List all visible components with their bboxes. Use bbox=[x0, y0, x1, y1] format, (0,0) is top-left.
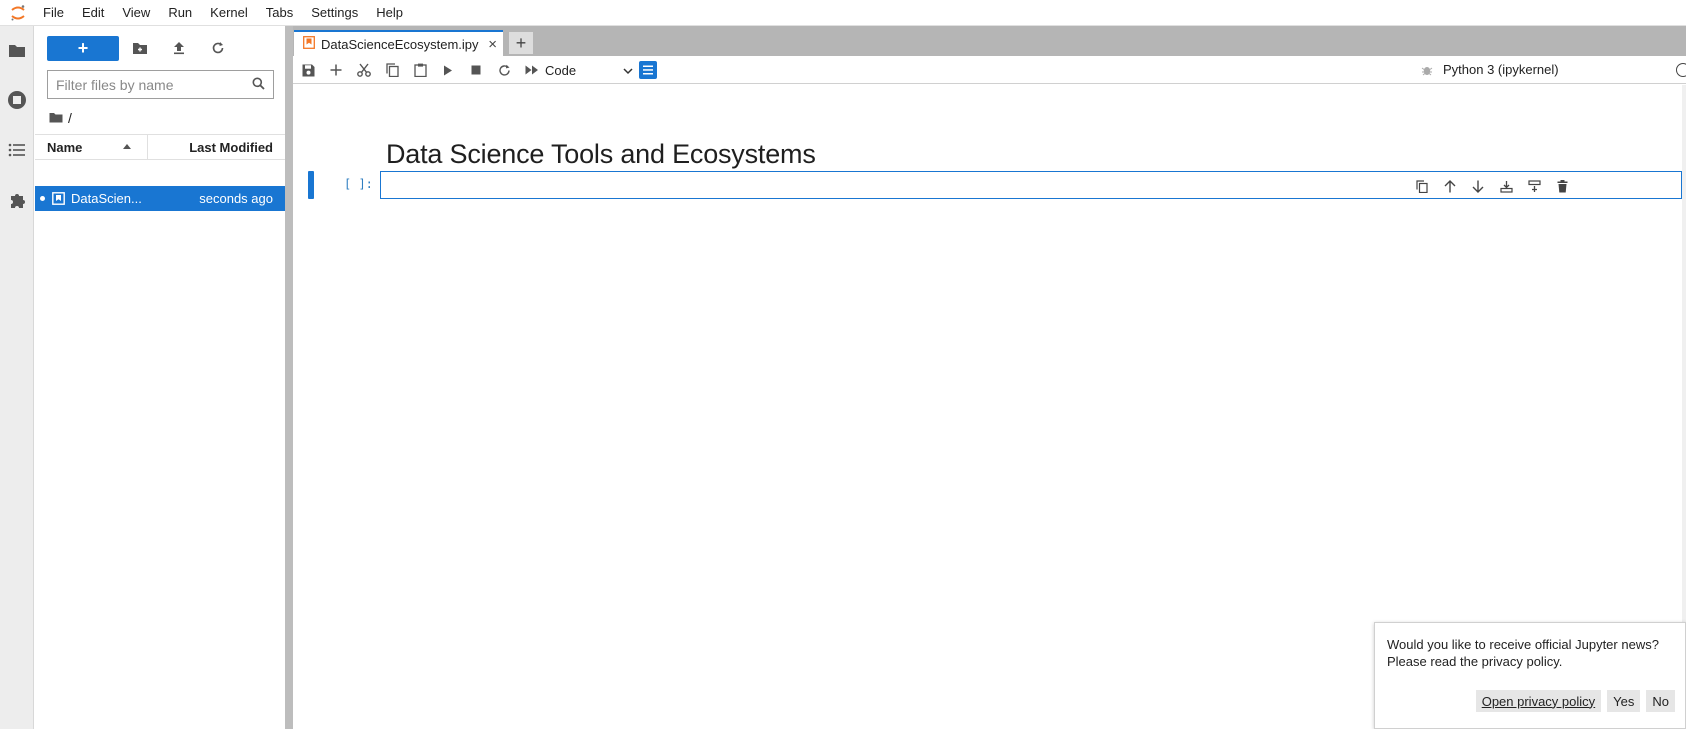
notebook-toolbar: Code Python 3 (ipykernel) bbox=[293, 56, 1686, 84]
menu-bar: File Edit View Run Kernel Tabs Settings … bbox=[0, 0, 1686, 26]
chevron-down-icon bbox=[623, 63, 633, 78]
no-button[interactable]: No bbox=[1646, 690, 1675, 712]
code-cell-editor[interactable] bbox=[380, 171, 1682, 199]
insert-below-icon[interactable] bbox=[1525, 177, 1543, 195]
filter-files-input[interactable] bbox=[56, 76, 252, 93]
last-modified-column-label: Last Modified bbox=[189, 139, 273, 155]
move-up-icon[interactable] bbox=[1441, 177, 1459, 195]
bug-icon[interactable] bbox=[1418, 61, 1436, 79]
new-tab-button[interactable]: + bbox=[509, 32, 533, 54]
new-launcher-button[interactable]: + bbox=[47, 36, 119, 61]
menu-file[interactable]: File bbox=[36, 0, 73, 26]
file-name: DataScien... bbox=[71, 191, 142, 206]
tab-bar: DataScienceEcosystem.ipy × + bbox=[293, 26, 1686, 56]
menu-help[interactable]: Help bbox=[367, 0, 412, 26]
news-notification: Would you like to receive official Jupyt… bbox=[1374, 622, 1686, 729]
folder-icon[interactable] bbox=[6, 39, 28, 61]
close-tab-icon[interactable]: × bbox=[488, 36, 497, 53]
extension-icon[interactable] bbox=[6, 189, 28, 211]
new-folder-icon[interactable] bbox=[130, 38, 150, 58]
sidebar-splitter[interactable] bbox=[285, 26, 293, 729]
duplicate-cell-icon[interactable] bbox=[1413, 177, 1431, 195]
file-browser: + / Name Last Modified bbox=[35, 26, 285, 729]
sort-ascending-icon bbox=[123, 144, 131, 149]
insert-above-icon[interactable] bbox=[1497, 177, 1515, 195]
menu-view[interactable]: View bbox=[113, 0, 159, 26]
restart-icon[interactable] bbox=[495, 61, 513, 79]
save-icon[interactable] bbox=[299, 61, 317, 79]
menu-kernel[interactable]: Kernel bbox=[201, 0, 257, 26]
notebook-file-icon bbox=[51, 192, 65, 206]
menu-edit[interactable]: Edit bbox=[73, 0, 113, 26]
notification-actions: Open privacy policy Yes No bbox=[1475, 690, 1675, 712]
jupyter-logo-icon[interactable] bbox=[0, 0, 36, 26]
kernel-status-icon bbox=[1676, 63, 1686, 77]
stop-icon[interactable] bbox=[467, 61, 485, 79]
menu-tabs[interactable]: Tabs bbox=[257, 0, 302, 26]
paste-icon[interactable] bbox=[411, 61, 429, 79]
file-row[interactable]: DataScien... seconds ago bbox=[35, 186, 285, 211]
markdown-heading[interactable]: Data Science Tools and Ecosystems bbox=[386, 139, 816, 170]
notification-message: Would you like to receive official Jupyt… bbox=[1387, 637, 1659, 652]
name-column-header[interactable]: Name bbox=[35, 135, 148, 159]
open-privacy-policy-link[interactable]: Open privacy policy bbox=[1475, 690, 1602, 712]
name-column-label: Name bbox=[47, 139, 83, 155]
file-list-header: Name Last Modified bbox=[35, 134, 285, 160]
move-down-icon[interactable] bbox=[1469, 177, 1487, 195]
add-cell-icon[interactable] bbox=[327, 61, 345, 79]
tab-label: DataScienceEcosystem.ipy bbox=[321, 36, 479, 52]
running-indicator-icon bbox=[40, 196, 45, 201]
activity-bar bbox=[0, 26, 34, 729]
copy-icon[interactable] bbox=[383, 61, 401, 79]
breadcrumb-root[interactable]: / bbox=[68, 110, 72, 126]
upload-icon[interactable] bbox=[169, 38, 189, 58]
property-inspector-icon[interactable] bbox=[639, 61, 657, 79]
toc-icon[interactable] bbox=[6, 139, 28, 161]
last-modified-column-header[interactable]: Last Modified bbox=[148, 135, 285, 159]
yes-button[interactable]: Yes bbox=[1607, 690, 1641, 712]
cell-type-value: Code bbox=[545, 62, 577, 78]
file-browser-toolbar: + bbox=[35, 26, 285, 68]
search-icon bbox=[252, 77, 265, 93]
file-modified: seconds ago bbox=[199, 191, 273, 206]
input-prompt: [ ]: bbox=[344, 177, 373, 191]
breadcrumb: / bbox=[49, 109, 72, 127]
cut-icon[interactable] bbox=[355, 61, 373, 79]
menu-settings[interactable]: Settings bbox=[302, 0, 367, 26]
menu-run[interactable]: Run bbox=[159, 0, 201, 26]
run-icon[interactable] bbox=[439, 61, 457, 79]
plus-icon: + bbox=[77, 38, 89, 58]
restart-run-all-icon[interactable] bbox=[523, 61, 541, 79]
filter-files-field[interactable] bbox=[47, 70, 274, 99]
notebook-icon bbox=[303, 36, 315, 52]
tab-notebook[interactable]: DataScienceEcosystem.ipy × bbox=[294, 30, 503, 56]
delete-cell-icon[interactable] bbox=[1553, 177, 1571, 195]
running-icon[interactable] bbox=[6, 89, 28, 111]
active-cell-indicator[interactable] bbox=[308, 171, 314, 199]
folder-icon[interactable] bbox=[49, 110, 63, 126]
refresh-icon[interactable] bbox=[208, 38, 228, 58]
notification-privacy-message: Please read the privacy policy. bbox=[1387, 654, 1563, 669]
cell-type-select[interactable]: Code bbox=[545, 60, 633, 80]
kernel-name[interactable]: Python 3 (ipykernel) bbox=[1443, 62, 1559, 77]
